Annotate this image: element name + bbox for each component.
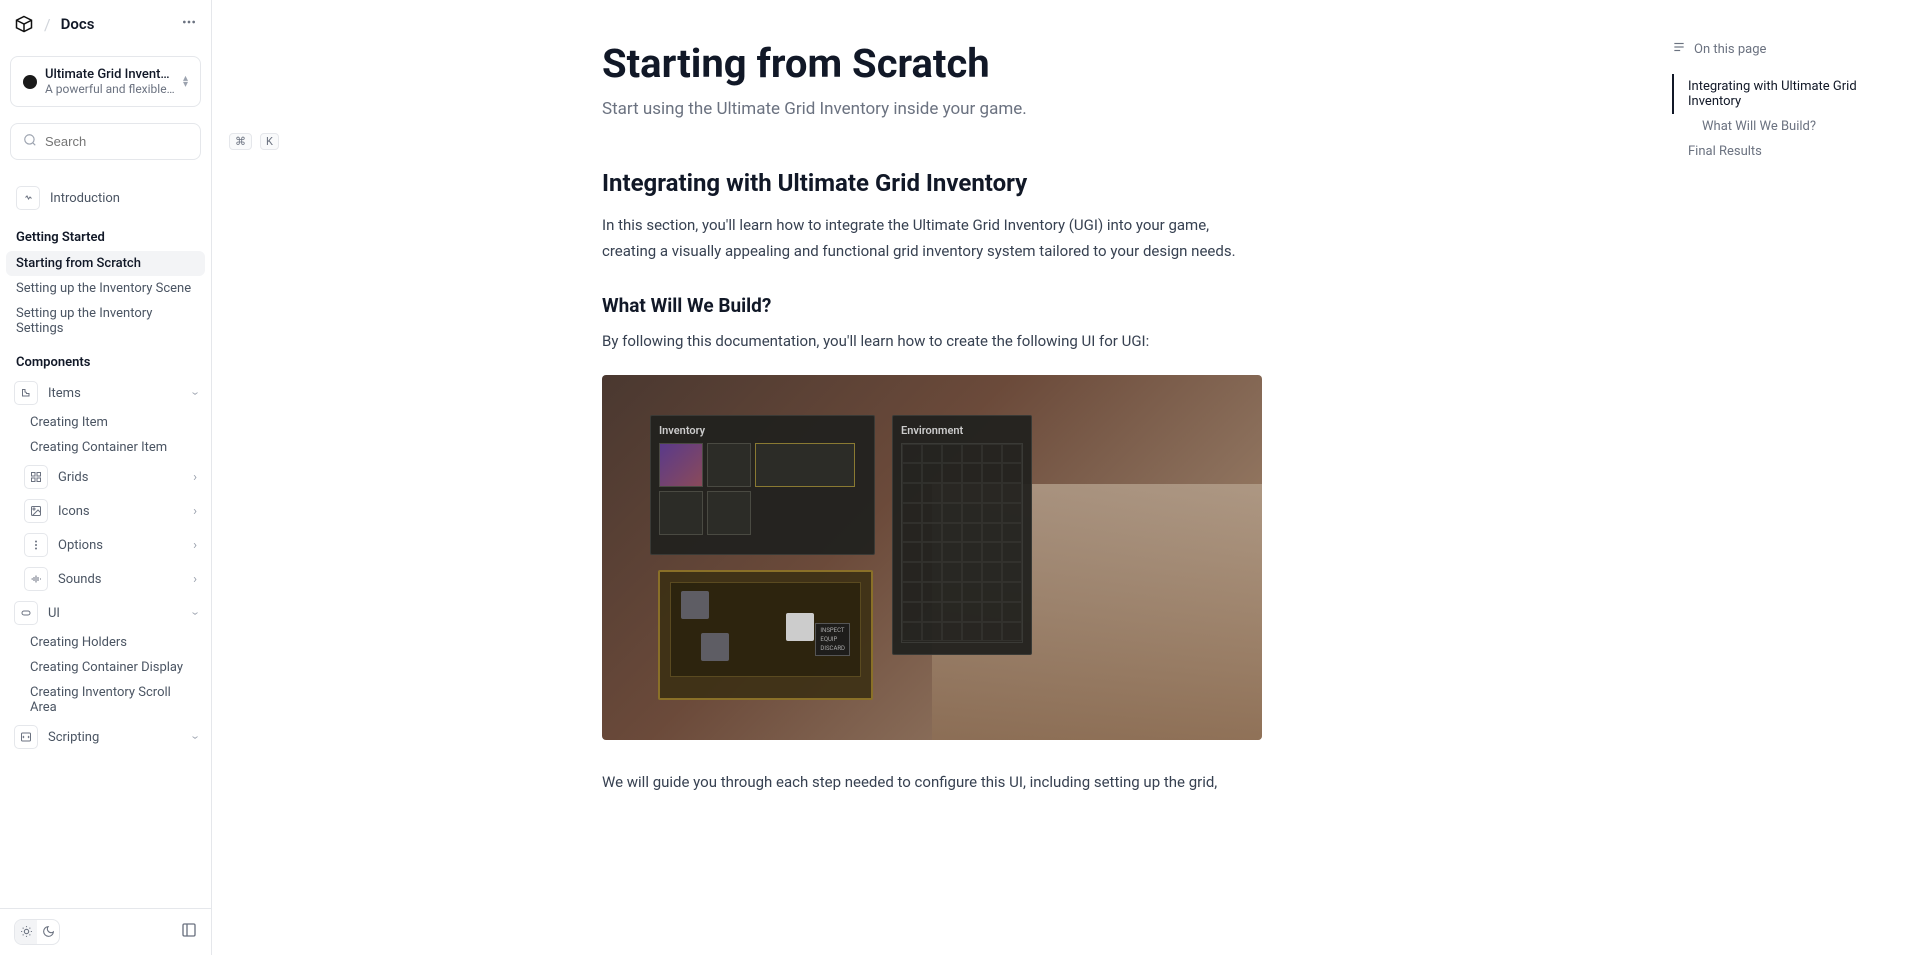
paragraph-guide: We will guide you through each step need… xyxy=(602,770,1262,796)
product-description: A powerful and flexible ... xyxy=(45,82,175,96)
paragraph-intro: In this section, you'll learn how to int… xyxy=(602,213,1262,264)
sun-icon xyxy=(20,923,33,942)
toc-header: On this page xyxy=(1672,40,1892,58)
cube-logo-icon[interactable] xyxy=(14,14,34,34)
sidebar-nav: Introduction Getting Started Starting fr… xyxy=(0,168,211,908)
more-icon[interactable] xyxy=(181,14,197,34)
theme-dark-button[interactable] xyxy=(37,920,59,944)
chest-item xyxy=(701,633,729,661)
grid-icon xyxy=(24,465,48,489)
inventory-label: Inventory xyxy=(659,424,866,437)
nav-scripting[interactable]: Scripting › xyxy=(6,720,205,754)
sidebar-header: / Docs xyxy=(0,0,211,48)
theme-toggle xyxy=(14,919,60,945)
toc-label: On this page xyxy=(1694,42,1766,57)
nav-creating-inventory-scroll[interactable]: Creating Inventory Scroll Area xyxy=(6,680,205,720)
inv-cell xyxy=(707,443,751,487)
sidebar: / Docs Ultimate Grid Inventory A powerfu… xyxy=(0,0,212,955)
heading-what-build: What Will We Build? xyxy=(602,294,1262,317)
preview-screenshot: Inventory Environment xyxy=(602,375,1262,740)
nav-sounds[interactable]: Sounds › xyxy=(6,562,205,596)
sidebar-footer xyxy=(0,908,211,955)
main-content: Starting from Scratch Start using the Ul… xyxy=(212,0,1912,955)
puzzle-icon xyxy=(14,381,38,405)
nav-starting-from-scratch[interactable]: Starting from Scratch xyxy=(6,251,205,276)
code-icon xyxy=(14,725,38,749)
product-dot-icon xyxy=(23,75,37,89)
section-components: Components xyxy=(6,341,205,376)
context-menu: INSPECT EQUIP DISCARD xyxy=(815,623,850,656)
chevron-up-down-icon: ▴▾ xyxy=(183,76,188,88)
toc-what-build[interactable]: What Will We Build? xyxy=(1672,114,1892,139)
chevron-down-icon: › xyxy=(188,611,203,615)
chevron-down-icon: › xyxy=(188,735,203,739)
nav-icons[interactable]: Icons › xyxy=(6,494,205,528)
panel-toggle-button[interactable] xyxy=(181,922,197,942)
nav-setup-settings[interactable]: Setting up the Inventory Settings xyxy=(6,301,205,341)
nav-options[interactable]: Options › xyxy=(6,528,205,562)
list-icon xyxy=(1672,40,1686,58)
nav-items[interactable]: Items › xyxy=(6,376,205,410)
docs-title[interactable]: Docs xyxy=(61,15,95,33)
page-title: Starting from Scratch xyxy=(602,40,1262,87)
paragraph-build: By following this documentation, you'll … xyxy=(602,329,1262,355)
nav-creating-item[interactable]: Creating Item xyxy=(6,410,205,435)
sound-icon xyxy=(24,567,48,591)
page-subtitle: Start using the Ultimate Grid Inventory … xyxy=(602,99,1262,119)
toc-integrating[interactable]: Integrating with Ultimate Grid Inventory xyxy=(1672,74,1892,114)
inv-cell xyxy=(755,443,855,487)
nav-introduction[interactable]: Introduction xyxy=(6,180,205,216)
toc-final-results[interactable]: Final Results xyxy=(1672,139,1892,164)
chest-item xyxy=(786,613,814,641)
moon-icon xyxy=(42,923,55,942)
chevron-right-icon: › xyxy=(193,504,197,519)
nav-creating-holders[interactable]: Creating Holders xyxy=(6,630,205,655)
environment-label: Environment xyxy=(901,424,1023,437)
nav-setup-scene[interactable]: Setting up the Inventory Scene xyxy=(6,276,205,301)
nav-ui[interactable]: UI › xyxy=(6,596,205,630)
ui-icon xyxy=(14,601,38,625)
image-icon xyxy=(24,499,48,523)
search-input[interactable] xyxy=(45,134,221,149)
search-box[interactable]: ⌘ K xyxy=(10,123,201,160)
slash-separator: / xyxy=(44,15,51,34)
search-icon xyxy=(23,132,37,151)
article: Starting from Scratch Start using the Ul… xyxy=(542,0,1322,955)
table-of-contents: On this page Integrating with Ultimate G… xyxy=(1652,0,1912,955)
inv-cell xyxy=(659,491,703,535)
inventory-panel: Inventory xyxy=(650,415,875,555)
nav-grids[interactable]: Grids › xyxy=(6,460,205,494)
panel-icon xyxy=(181,923,197,942)
product-name: Ultimate Grid Inventory xyxy=(45,67,175,82)
nav-creating-container-display[interactable]: Creating Container Display xyxy=(6,655,205,680)
nav-creating-container-item[interactable]: Creating Container Item xyxy=(6,435,205,460)
wave-icon xyxy=(16,186,40,210)
options-icon xyxy=(24,533,48,557)
chevron-right-icon: › xyxy=(193,538,197,553)
chevron-right-icon: › xyxy=(193,572,197,587)
chevron-right-icon: › xyxy=(193,470,197,485)
environment-panel: Environment xyxy=(892,415,1032,655)
heading-integrating: Integrating with Ultimate Grid Inventory xyxy=(602,169,1262,197)
chevron-down-icon: › xyxy=(188,391,203,395)
theme-light-button[interactable] xyxy=(15,920,37,944)
chest-item xyxy=(681,591,709,619)
inv-cell xyxy=(659,443,703,487)
inv-cell xyxy=(707,491,751,535)
chest-panel: INSPECT EQUIP DISCARD xyxy=(658,570,873,700)
section-getting-started: Getting Started xyxy=(6,216,205,251)
product-selector[interactable]: Ultimate Grid Inventory A powerful and f… xyxy=(10,56,201,107)
